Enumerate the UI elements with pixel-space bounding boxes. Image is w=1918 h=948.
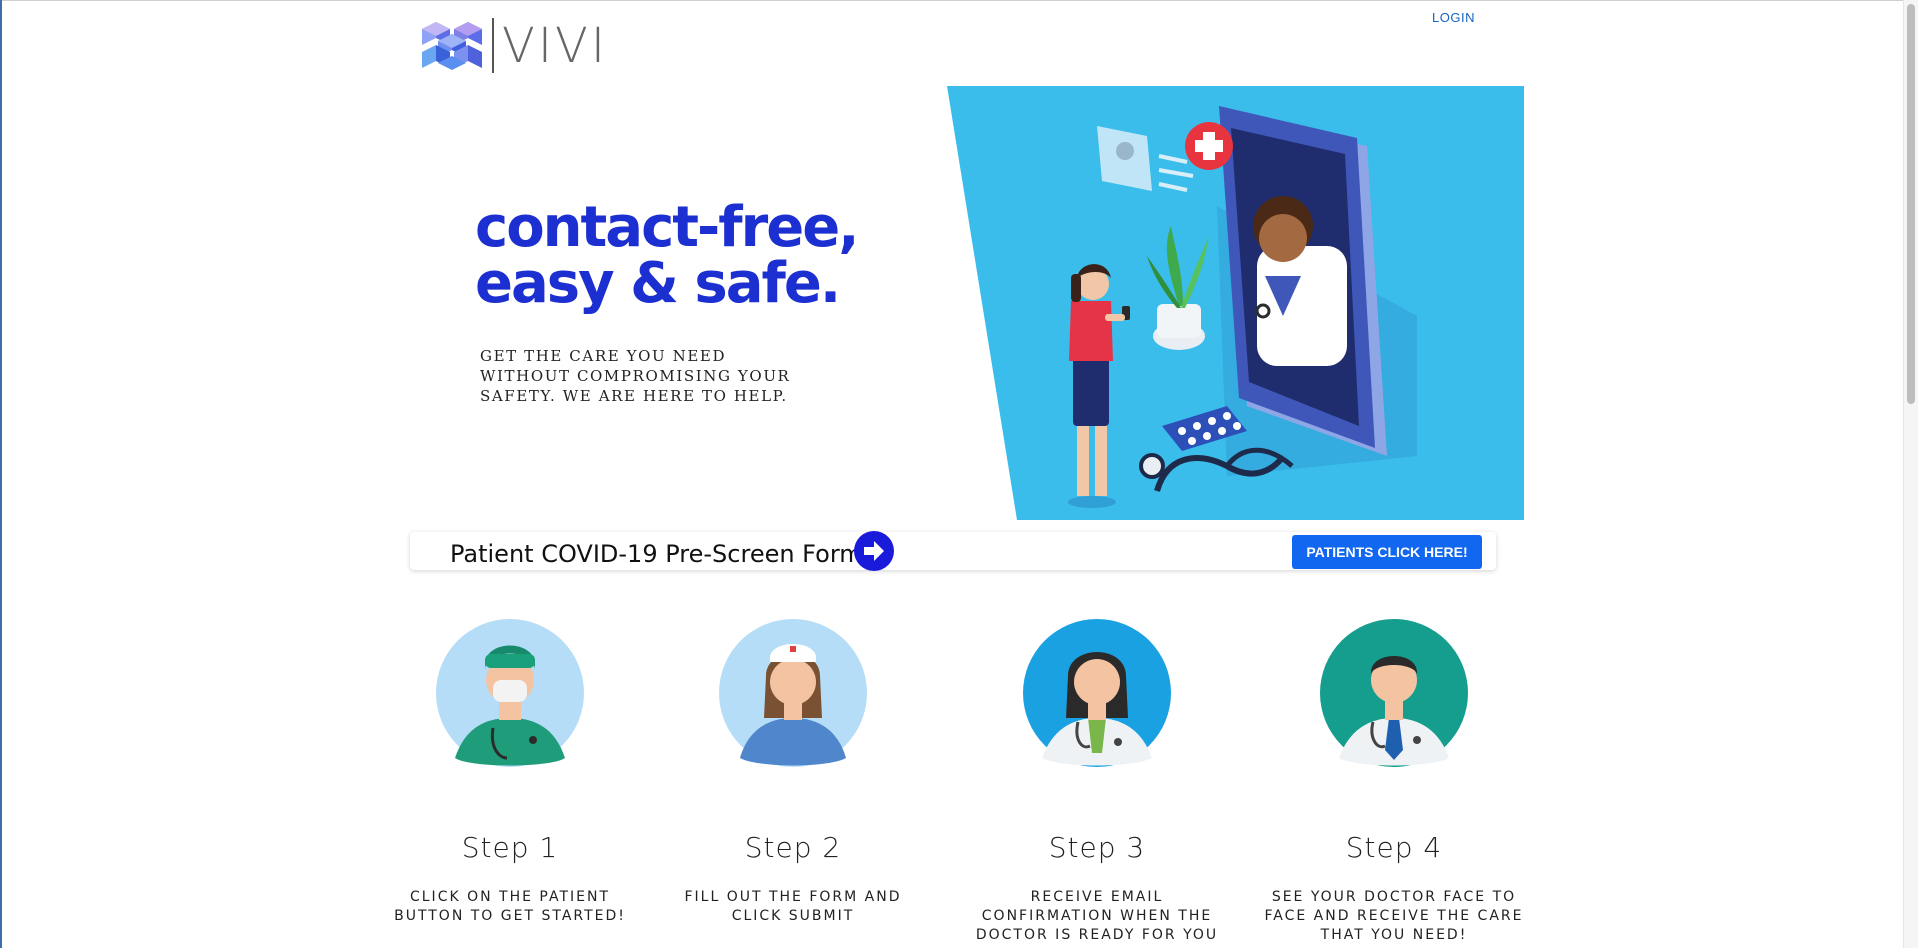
login-link[interactable]: LOGIN bbox=[1432, 10, 1475, 25]
prescreen-label: Patient COVID-19 Pre-Screen Form bbox=[450, 540, 863, 568]
step-1-description: CLICK ON THE PATIENT BUTTON TO GET START… bbox=[394, 889, 626, 924]
female-doctor-avatar-icon bbox=[1023, 619, 1171, 767]
hero-title: contact-free, easy & safe. bbox=[475, 200, 875, 312]
window-left-border bbox=[0, 0, 2, 948]
hero-title-line-2: easy & safe. bbox=[475, 251, 841, 316]
surgeon-avatar-icon bbox=[436, 619, 584, 767]
telehealth-doctor-phone-illustration bbox=[947, 86, 1524, 520]
step-3-title: Step 3 bbox=[1048, 831, 1146, 864]
step-card-2: Step 2 FILL OUT THE FORM AND CLICK SUBMI… bbox=[663, 618, 923, 926]
step-2-description: FILL OUT THE FORM AND CLICK SUBMIT bbox=[684, 889, 902, 924]
hero-title-line-1: contact-free, bbox=[475, 195, 860, 260]
arrow-right-icon bbox=[864, 541, 884, 561]
scrollbar-thumb[interactable] bbox=[1907, 4, 1915, 404]
arrow-right-circle-icon[interactable] bbox=[854, 531, 894, 571]
cube-logo-icon bbox=[422, 21, 482, 70]
brand-name: VIVI bbox=[502, 17, 608, 74]
male-doctor-avatar-icon bbox=[1320, 619, 1468, 767]
logo-divider bbox=[492, 18, 494, 73]
patients-click-here-button[interactable]: PATIENTS CLICK HERE! bbox=[1292, 535, 1482, 569]
step-2-title: Step 2 bbox=[744, 831, 842, 864]
step-1-title: Step 1 bbox=[461, 831, 559, 864]
brand-logo[interactable]: VIVI bbox=[420, 18, 608, 73]
step-card-4: Step 4 SEE YOUR DOCTOR FACE TO FACE AND … bbox=[1264, 618, 1524, 945]
step-4-title: Step 4 bbox=[1345, 831, 1443, 864]
step-card-3: Step 3 RECEIVE EMAIL CONFIRMATION WHEN T… bbox=[967, 618, 1227, 945]
prescreen-bar: Patient COVID-19 Pre-Screen Form PATIENT… bbox=[410, 531, 1496, 571]
vertical-scrollbar[interactable] bbox=[1903, 0, 1918, 948]
step-4-description: SEE YOUR DOCTOR FACE TO FACE AND RECEIVE… bbox=[1264, 889, 1524, 943]
hero-subtitle: GET THE CARE YOU NEED WITHOUT COMPROMISI… bbox=[480, 347, 791, 405]
window-top-border bbox=[0, 0, 1918, 1]
step-3-description: RECEIVE EMAIL CONFIRMATION WHEN THE DOCT… bbox=[975, 889, 1219, 943]
nurse-avatar-icon bbox=[719, 619, 867, 767]
step-card-1: Step 1 CLICK ON THE PATIENT BUTTON TO GE… bbox=[380, 618, 640, 926]
